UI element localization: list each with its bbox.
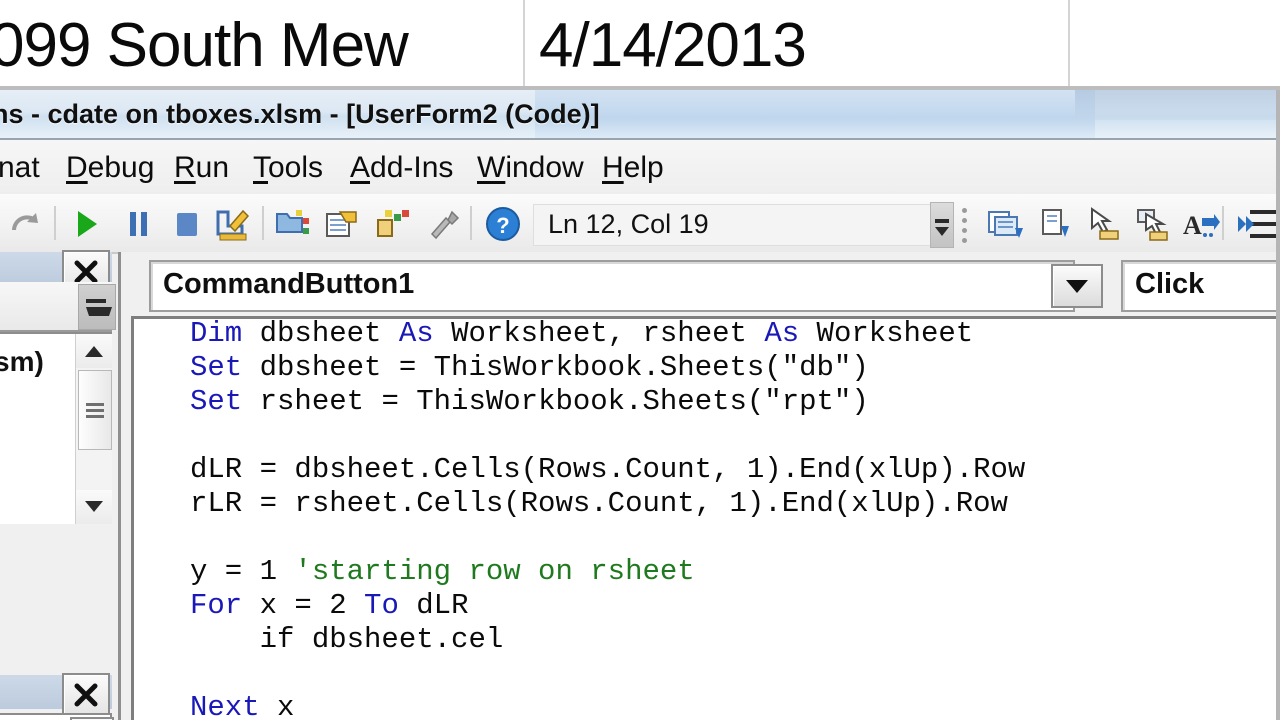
menu-add-ins[interactable]: Add-Ins <box>340 140 463 196</box>
procedure-dropdown-value: Click <box>1135 268 1205 300</box>
object-dropdown-value: CommandButton1 <box>163 268 415 300</box>
titlebar-glass-highlight-2 <box>1075 90 1280 120</box>
code-text-run: y = 1 <box>190 555 295 588</box>
project-tree-node[interactable]: sm) <box>0 346 44 378</box>
vba-editor-screenshot: 099 South Mew 4/14/2013 ns - cdate on tb… <box>0 0 1280 720</box>
code-line: rLR = rsheet.Cells(Rows.Count, 1).End(xl… <box>190 487 1280 521</box>
code-keyword: For <box>190 589 243 622</box>
find-icon[interactable]: A <box>1180 204 1220 244</box>
code-keyword: Set <box>190 351 243 384</box>
toolbar-drag-handle[interactable] <box>962 208 968 243</box>
project-explorer-icon[interactable] <box>272 204 312 244</box>
code-text-run: x = 2 <box>242 589 365 622</box>
complete-word-icon[interactable] <box>1132 204 1172 244</box>
code-window: CommandButton1 Click Dim dbsheet As Work… <box>118 252 1280 720</box>
code-margin-indicator-bar <box>134 319 138 720</box>
address-cell[interactable]: 099 South Mew <box>0 0 525 90</box>
quick-info-icon[interactable] <box>1035 204 1075 244</box>
window-right-edge <box>1276 90 1280 720</box>
menu-bar: nat Debug Run Tools Add-Ins Window Help <box>0 138 1280 197</box>
menu-tools[interactable]: Tools <box>243 140 333 196</box>
list-properties-icon[interactable] <box>985 204 1025 244</box>
code-comment: 'starting row on rsheet <box>294 555 695 588</box>
address-cell-text: 099 South Mew <box>0 10 409 80</box>
code-line: dLR = dbsheet.Cells(Rows.Count, 1).End(x… <box>190 453 1280 487</box>
menu-window[interactable]: Window <box>467 140 594 196</box>
project-explorer-scroll-thumb[interactable] <box>78 370 112 450</box>
reset-stop-icon[interactable] <box>166 204 206 244</box>
run-sub-icon[interactable] <box>66 204 106 244</box>
code-text-run: Worksheet, rsheet <box>433 317 765 350</box>
code-text-run: dbsheet <box>242 317 399 350</box>
menu-help[interactable]: Help <box>592 140 674 196</box>
indent-icon[interactable] <box>1236 204 1280 244</box>
code-line: Set rsheet = ThisWorkbook.Sheets("rpt") <box>190 385 1280 419</box>
window-titlebar[interactable]: ns - cdate on tboxes.xlsm - [UserForm2 (… <box>0 90 1280 138</box>
project-explorer-pane: sm) <box>0 250 116 532</box>
toolbar-separator-3 <box>470 206 472 240</box>
code-text-run: rLR = rsheet.Cells(Rows.Count, 1).End(xl… <box>190 487 1008 520</box>
parameter-info-icon[interactable] <box>1082 204 1122 244</box>
code-text-run: dbsheet = ThisWorkbook.Sheets("db") <box>242 351 869 384</box>
break-icon[interactable] <box>118 204 158 244</box>
standard-toolbar: ? Ln 12, Col 19 A <box>0 194 1280 254</box>
code-line: y = 1 'starting row on rsheet <box>190 555 1280 589</box>
svg-text:A: A <box>1183 211 1202 240</box>
toolbox-icon[interactable] <box>424 204 464 244</box>
code-line: Next x <box>190 691 1280 720</box>
svg-text:?: ? <box>496 213 509 238</box>
code-keyword: To <box>364 589 399 622</box>
spreadsheet-row: 099 South Mew 4/14/2013 <box>0 0 1280 90</box>
toolbar-overflow-button[interactable] <box>930 202 954 248</box>
vbe-window: ns - cdate on tboxes.xlsm - [UserForm2 (… <box>0 90 1280 720</box>
code-keyword: Next <box>190 691 260 720</box>
titlebar-glass-highlight <box>535 90 1095 138</box>
scroll-up-icon[interactable] <box>76 334 112 368</box>
code-window-dropdown-row: CommandButton1 Click <box>121 252 1280 314</box>
code-line: if dbsheet.cel <box>190 623 1280 657</box>
code-line: Dim dbsheet As Worksheet, rsheet As Work… <box>190 317 1280 351</box>
code-keyword: Dim <box>190 317 243 350</box>
code-text-run: rsheet = ThisWorkbook.Sheets("rpt") <box>242 385 869 418</box>
properties-window-icon[interactable] <box>322 204 362 244</box>
date-cell[interactable]: 4/14/2013 <box>525 0 1070 90</box>
scroll-down-icon[interactable] <box>76 490 112 524</box>
code-text-run: Worksheet <box>799 317 974 350</box>
position-indicator: Ln 12, Col 19 <box>548 209 709 239</box>
code-keyword: As <box>764 317 800 350</box>
toolbar-separator-2 <box>262 206 264 240</box>
design-mode-icon[interactable] <box>212 204 252 244</box>
code-text[interactable]: Dim dbsheet As Worksheet, rsheet As Work… <box>190 317 1280 720</box>
object-dropdown-arrow-icon[interactable] <box>1051 264 1103 308</box>
code-editor[interactable]: Dim dbsheet As Worksheet, rsheet As Work… <box>131 316 1280 720</box>
help-icon[interactable]: ? <box>483 204 523 244</box>
project-explorer-scrollbar[interactable] <box>75 334 112 524</box>
empty-cell[interactable] <box>1070 0 1280 90</box>
window-title: ns - cdate on tboxes.xlsm - [UserForm2 (… <box>0 99 600 129</box>
menu-format[interactable]: nat <box>0 140 50 196</box>
menu-debug[interactable]: Debug <box>56 140 164 196</box>
date-cell-text: 4/14/2013 <box>539 10 807 80</box>
menu-format-label: nat <box>0 151 40 184</box>
project-explorer-overflow-button[interactable] <box>78 284 116 330</box>
code-text-run: dLR = dbsheet.Cells(Rows.Count, 1).End(x… <box>190 453 1026 486</box>
properties-pane <box>0 673 114 720</box>
toolbar-separator-4 <box>1222 206 1224 240</box>
code-line: For x = 2 To dLR <box>190 589 1280 623</box>
project-explorer-tree[interactable]: sm) <box>0 332 112 524</box>
toolbar-separator-1 <box>54 206 56 240</box>
code-text-run: if dbsheet.cel <box>190 623 504 656</box>
code-text-run: dLR <box>398 589 469 622</box>
object-browser-icon[interactable] <box>372 204 412 244</box>
code-line: Set dbsheet = ThisWorkbook.Sheets("db") <box>190 351 1280 385</box>
properties-close-button[interactable] <box>62 673 110 717</box>
code-keyword: Set <box>190 385 243 418</box>
redo-icon[interactable] <box>6 204 46 244</box>
code-keyword: As <box>398 317 434 350</box>
code-text-run: x <box>259 691 295 720</box>
menu-run[interactable]: Run <box>164 140 239 196</box>
